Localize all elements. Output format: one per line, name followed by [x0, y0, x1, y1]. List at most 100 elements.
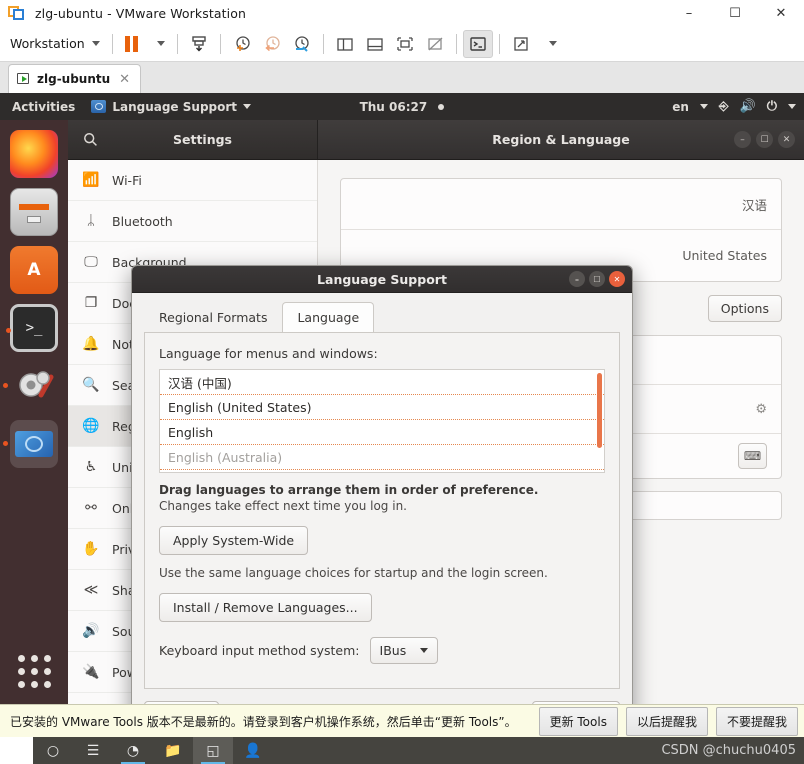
language-list-item[interactable]: English (Canada) [160, 470, 604, 472]
language-row[interactable]: 汉语 [341, 179, 781, 230]
workstation-menu-button[interactable]: Workstation [0, 26, 106, 62]
vmware-close-button[interactable]: ✕ [758, 0, 804, 26]
language-list-item[interactable]: English (United States) [160, 395, 604, 420]
keyboard-icon[interactable]: ⌨ [738, 443, 767, 469]
sidebar-icon [337, 37, 353, 51]
toolbar-divider [219, 33, 221, 54]
vmware-window-controls: – ☐ ✕ [666, 0, 804, 26]
show-thumbnail-bar-button[interactable] [360, 30, 390, 58]
taskbar-edge-button[interactable]: ◔ [113, 737, 153, 764]
vmware-toolbar: Workstation [0, 26, 804, 62]
remind-me-later-button[interactable]: 以后提醒我 [625, 706, 708, 736]
close-icon[interactable]: ✕ [119, 72, 130, 87]
show-sidebar-button[interactable] [330, 30, 360, 58]
sidebar-item-bluetooth[interactable]: ᛦ Bluetooth [68, 201, 317, 242]
chevron-down-icon [91, 41, 100, 46]
dock-item-terminal[interactable]: >_ [6, 304, 58, 352]
vm-tab-zlg-ubuntu[interactable]: zlg-ubuntu ✕ [8, 64, 142, 93]
pause-dropdown-button[interactable] [144, 26, 171, 62]
manage-snapshots-button[interactable] [287, 30, 317, 58]
language-list[interactable]: 汉语 (中国) English (United States) English Eng… [159, 369, 605, 473]
language-list-item[interactable]: 汉语 (中国) [160, 370, 604, 395]
taskbar-avatar-button[interactable]: 👤 [233, 737, 273, 764]
ime-value: IBus [379, 643, 407, 658]
volume-icon[interactable]: 🔊 [740, 99, 756, 114]
tab-language[interactable]: Language [282, 302, 375, 333]
settings-minimize-button[interactable]: – [734, 131, 751, 148]
settings-panel-title: Region & Language [492, 132, 630, 147]
language-list-item[interactable]: English [160, 420, 604, 445]
options-button[interactable]: Options [707, 295, 782, 322]
power-icon[interactable]: ⏻ [767, 99, 777, 114]
language-dialog-tabs: Regional Formats Language [132, 293, 632, 333]
vmware-minimize-button[interactable]: – [666, 0, 712, 26]
show-applications-button[interactable] [0, 655, 68, 688]
vmware-maximize-button[interactable]: ☐ [712, 0, 758, 26]
watermark-text: CSDN @chuchu0405 [661, 743, 796, 758]
keyboard-layout-label: en [672, 99, 689, 114]
settings-close-button[interactable]: ✕ [778, 131, 795, 148]
apply-system-wide-button[interactable]: Apply System-Wide [159, 526, 309, 555]
ime-dropdown[interactable]: IBus [369, 637, 439, 664]
never-remind-button[interactable]: 不要提醒我 [715, 706, 798, 736]
snapshot-button[interactable] [184, 30, 214, 58]
vmware-tools-notice-bar: 已安装的 VMware Tools 版本不是最新的。请登录到客户机操作系统，然后… [0, 704, 804, 737]
dock-item-files[interactable] [10, 188, 58, 236]
take-snapshot-icon [236, 35, 250, 51]
language-dialog-maximize-button[interactable]: ☐ [589, 271, 605, 287]
terminal-icon [469, 36, 486, 51]
hide-console-view-button[interactable] [420, 30, 450, 58]
chevron-down-icon[interactable] [788, 104, 796, 109]
accessibility-icon[interactable]: ⎆ [719, 99, 729, 114]
update-tools-button[interactable]: 更新 Tools [538, 706, 618, 736]
workstation-menu-label: Workstation [10, 36, 85, 51]
taskbar-start-button[interactable]: ○ [33, 737, 73, 764]
settings-title: Settings [172, 132, 232, 147]
language-list-scrollbar[interactable] [597, 373, 602, 448]
screenshot-root: zlg-ubuntu - VMware Workstation – ☐ ✕ Wo… [0, 0, 804, 764]
search-icon[interactable] [68, 120, 112, 160]
toolbar-divider [176, 33, 178, 54]
taskbar-file-explorer-button[interactable]: 📁 [153, 737, 193, 764]
chevron-down-icon [420, 648, 429, 653]
sidebar-item-wifi[interactable]: 📶 Wi-Fi [68, 160, 317, 201]
running-indicator [3, 383, 8, 388]
language-dialog-footer: Help Close [132, 689, 632, 704]
taskbar-vmware-button[interactable]: ◱ [193, 737, 233, 764]
vmware-tools-notice-text: 已安装的 VMware Tools 版本不是最新的。请登录到客户机操作系统，然后… [10, 714, 517, 729]
hand-icon: ✋ [82, 541, 100, 557]
dock-item-settings[interactable] [3, 362, 58, 410]
language-dialog-close-button[interactable]: ✕ [609, 271, 625, 287]
settings-maximize-button[interactable]: ☐ [756, 131, 773, 148]
fullscreen-dropdown-button[interactable] [536, 26, 563, 62]
language-dialog-minimize-button[interactable]: – [569, 271, 585, 287]
install-remove-languages-button[interactable]: Install / Remove Languages... [159, 593, 372, 622]
gear-icon[interactable]: ⚙ [755, 402, 767, 417]
dock-item-software[interactable]: A [10, 246, 58, 294]
sidebar-item-label: Bluetooth [112, 213, 173, 229]
ime-label: Keyboard input method system: [159, 643, 360, 658]
chevron-down-icon [156, 41, 165, 46]
bluetooth-icon: ᛦ [86, 213, 96, 229]
keyboard-layout-indicator[interactable]: en [672, 100, 689, 114]
dock-item-language-support[interactable] [3, 420, 58, 468]
revert-snapshot-icon [265, 35, 280, 51]
unity-mode-button[interactable] [462, 29, 493, 58]
pause-vm-button[interactable] [119, 26, 144, 62]
vmware-tools-notice-buttons: 更新 Tools 以后提醒我 不要提醒我 [538, 706, 798, 736]
ubuntu-dock: A >_ [0, 120, 68, 704]
pause-icon [124, 35, 138, 52]
show-console-view-button[interactable] [390, 30, 420, 58]
take-snapshot-button[interactable] [227, 30, 257, 58]
fullscreen-button[interactable] [506, 30, 536, 58]
settings-header-left: Settings [68, 120, 318, 159]
tab-regional-formats[interactable]: Regional Formats [144, 302, 283, 333]
taskbar-task-view-button[interactable]: ☰ [73, 737, 113, 764]
gnome-top-bar: Activities Language Support Thu 06:27 en… [0, 93, 804, 120]
hide-console-view-icon [428, 37, 443, 50]
dock-item-firefox[interactable] [10, 130, 58, 178]
revert-snapshot-button[interactable] [257, 30, 287, 58]
language-dialog-titlebar: Language Support – ☐ ✕ [132, 266, 632, 293]
language-list-item[interactable]: English (Australia) [160, 445, 604, 470]
tab-underline [144, 332, 620, 333]
